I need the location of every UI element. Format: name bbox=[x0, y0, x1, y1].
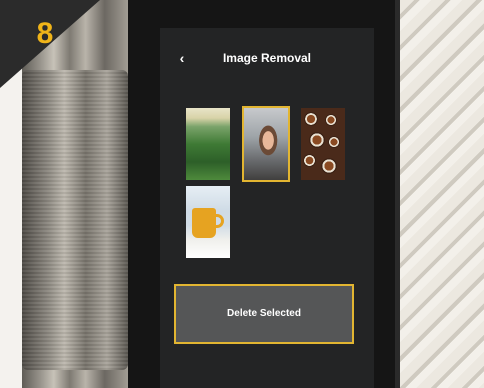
textured-side-panel bbox=[400, 0, 484, 388]
coffee-cup-shape bbox=[303, 154, 316, 167]
coffee-cup-shape bbox=[309, 132, 325, 148]
chevron-left-icon[interactable]: ‹ bbox=[174, 48, 190, 68]
coffee-cup-shape bbox=[304, 112, 318, 126]
screen-header: ‹ Image Removal bbox=[160, 28, 374, 90]
delete-selected-button[interactable]: Delete Selected bbox=[174, 284, 354, 344]
image-thumbnail-mountains[interactable] bbox=[186, 108, 230, 180]
step-number: 8 bbox=[36, 17, 54, 50]
touch-screen: ‹ Image Removal Delete Selected bbox=[160, 28, 374, 388]
coffee-cup-shape bbox=[321, 158, 337, 174]
coffee-cup-shape bbox=[328, 136, 340, 148]
appliance-handle bbox=[22, 70, 128, 370]
mug-shape bbox=[192, 208, 216, 238]
image-thumbnail-mug[interactable] bbox=[186, 186, 230, 258]
page-title: Image Removal bbox=[222, 51, 312, 65]
image-thumbnail-portrait[interactable] bbox=[242, 106, 290, 182]
image-thumbnail-coffee[interactable] bbox=[301, 108, 345, 180]
coffee-cup-shape bbox=[325, 114, 337, 126]
mug-handle-shape bbox=[214, 214, 224, 228]
